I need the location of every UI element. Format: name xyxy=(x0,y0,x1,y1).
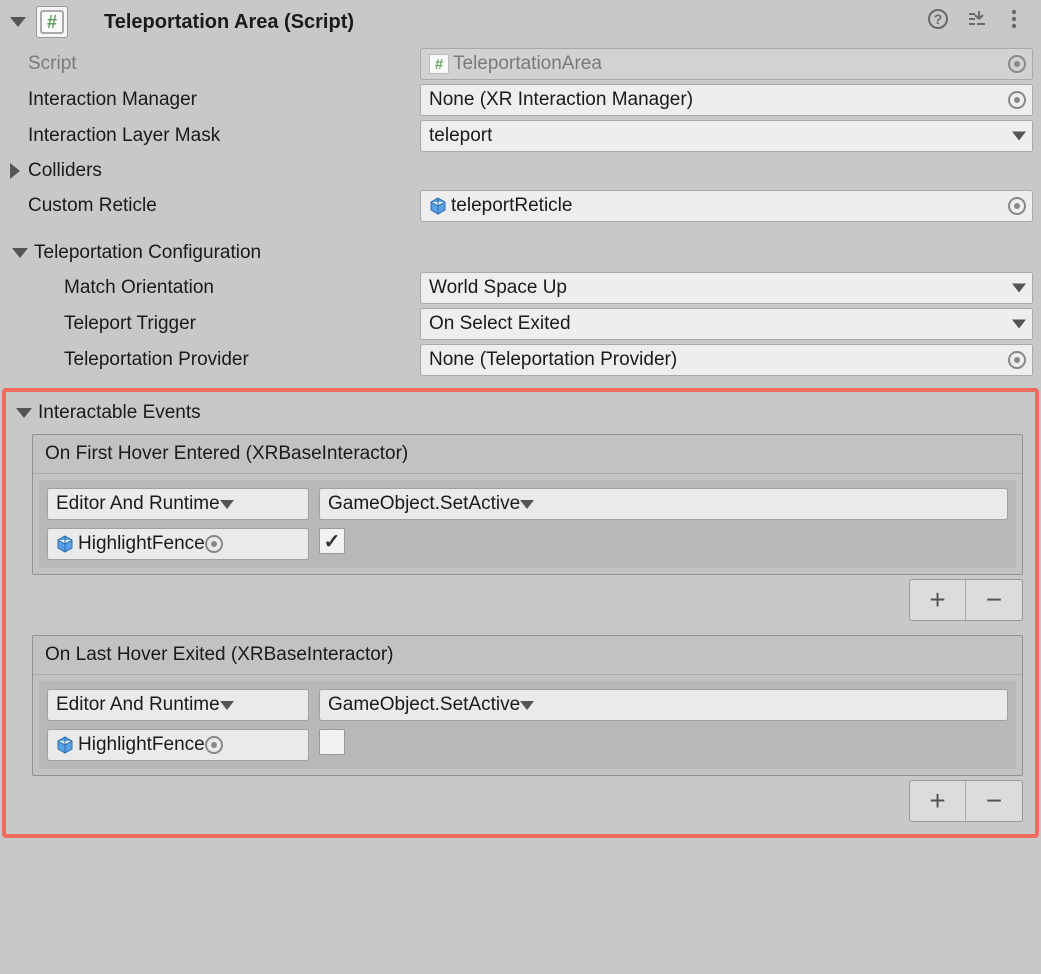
script-value: TeleportationArea xyxy=(453,53,602,75)
interaction-manager-value: None (XR Interaction Manager) xyxy=(429,89,693,111)
custom-reticle-value: teleportReticle xyxy=(451,195,572,217)
match-orientation-row: Match Orientation World Space Up xyxy=(58,270,1035,306)
help-icon[interactable]: ? xyxy=(927,8,949,36)
chevron-down-icon xyxy=(1012,132,1026,141)
chevron-down-icon xyxy=(1012,284,1026,293)
teleport-config-title: Teleportation Configuration xyxy=(34,242,261,264)
event-target-value: HighlightFence xyxy=(78,734,205,756)
svg-text:?: ? xyxy=(934,11,943,27)
teleport-trigger-dropdown[interactable]: On Select Exited xyxy=(420,308,1033,340)
bool-argument-checkbox[interactable] xyxy=(319,729,345,755)
call-state-value: Editor And Runtime xyxy=(56,694,220,716)
events-section-header[interactable]: Interactable Events xyxy=(10,396,1023,434)
script-file-icon: # xyxy=(40,10,64,34)
event-target-field[interactable]: HighlightFence xyxy=(47,729,309,761)
chevron-down-icon xyxy=(220,701,234,710)
unity-event-block: On Last Hover Exited (XRBaseInteractor) … xyxy=(32,635,1023,776)
colliders-label: Colliders xyxy=(28,160,102,182)
teleport-provider-label: Teleportation Provider xyxy=(58,349,420,371)
chevron-down-icon xyxy=(220,500,234,509)
interactable-events-highlight: Interactable Events On First Hover Enter… xyxy=(2,388,1039,838)
function-value: GameObject.SetActive xyxy=(328,694,520,716)
teleport-provider-value: None (Teleportation Provider) xyxy=(429,349,677,371)
unity-event-block: On First Hover Entered (XRBaseInteractor… xyxy=(32,434,1023,575)
section-foldout-icon[interactable] xyxy=(16,408,32,418)
colliders-row[interactable]: Colliders xyxy=(8,154,1035,188)
chevron-down-icon xyxy=(520,701,534,710)
add-listener-button[interactable]: + xyxy=(910,580,966,620)
function-dropdown[interactable]: GameObject.SetActive xyxy=(319,689,1008,721)
events-title: Interactable Events xyxy=(38,402,201,424)
object-picker-icon[interactable] xyxy=(1008,197,1026,215)
object-picker-icon[interactable] xyxy=(205,736,223,754)
colliders-foldout-icon[interactable] xyxy=(10,163,20,179)
event-title: On Last Hover Exited (XRBaseInteractor) xyxy=(33,636,1022,675)
header-icons: ? xyxy=(927,8,1031,36)
presets-icon[interactable] xyxy=(965,8,987,36)
script-label: Script xyxy=(22,53,420,75)
bool-argument-checkbox[interactable] xyxy=(319,528,345,554)
component-enable-checkbox[interactable]: # xyxy=(36,6,68,38)
object-picker-icon[interactable] xyxy=(1008,91,1026,109)
gameobject-cube-icon xyxy=(56,736,74,754)
add-listener-button[interactable]: + xyxy=(910,781,966,821)
event-target-value: HighlightFence xyxy=(78,533,205,555)
match-orientation-value: World Space Up xyxy=(429,277,567,299)
gameobject-cube-icon xyxy=(56,535,74,553)
remove-listener-button[interactable]: − xyxy=(966,580,1022,620)
call-state-dropdown[interactable]: Editor And Runtime xyxy=(47,488,309,520)
match-orientation-dropdown[interactable]: World Space Up xyxy=(420,272,1033,304)
layer-mask-label: Interaction Layer Mask xyxy=(22,125,420,147)
match-orientation-label: Match Orientation xyxy=(58,277,420,299)
object-picker-icon xyxy=(1008,55,1026,73)
layer-mask-row: Interaction Layer Mask teleport xyxy=(22,118,1035,154)
inspector-component: # Teleportation Area (Script) ? Script #… xyxy=(0,0,1041,844)
context-menu-icon[interactable] xyxy=(1003,8,1025,36)
interaction-manager-row: Interaction Manager None (XR Interaction… xyxy=(22,82,1035,118)
teleport-provider-row: Teleportation Provider None (Teleportati… xyxy=(58,342,1035,378)
layer-mask-dropdown[interactable]: teleport xyxy=(420,120,1033,152)
event-listener-row: Editor And Runtime GameObject.SetActive … xyxy=(39,480,1016,568)
chevron-down-icon xyxy=(520,500,534,509)
teleport-config-header[interactable]: Teleportation Configuration xyxy=(6,224,1035,270)
interaction-manager-field[interactable]: None (XR Interaction Manager) xyxy=(420,84,1033,116)
call-state-dropdown[interactable]: Editor And Runtime xyxy=(47,689,309,721)
object-picker-icon[interactable] xyxy=(1008,351,1026,369)
layer-mask-value: teleport xyxy=(429,125,492,147)
event-listener-row: Editor And Runtime GameObject.SetActive … xyxy=(39,681,1016,769)
component-foldout-icon[interactable] xyxy=(10,17,26,27)
teleport-provider-field[interactable]: None (Teleportation Provider) xyxy=(420,344,1033,376)
prefab-cube-icon xyxy=(429,197,447,215)
chevron-down-icon xyxy=(1012,320,1026,329)
script-mini-icon: # xyxy=(429,54,449,74)
function-dropdown[interactable]: GameObject.SetActive xyxy=(319,488,1008,520)
custom-reticle-field[interactable]: teleportReticle xyxy=(420,190,1033,222)
section-foldout-icon[interactable] xyxy=(12,248,28,258)
call-state-value: Editor And Runtime xyxy=(56,493,220,515)
teleport-trigger-value: On Select Exited xyxy=(429,313,571,335)
custom-reticle-label: Custom Reticle xyxy=(22,195,420,217)
teleport-trigger-row: Teleport Trigger On Select Exited xyxy=(58,306,1035,342)
custom-reticle-row: Custom Reticle teleportReticle xyxy=(22,188,1035,224)
event-title: On First Hover Entered (XRBaseInteractor… xyxy=(33,435,1022,474)
event-list-buttons: + − xyxy=(32,780,1023,822)
component-header[interactable]: # Teleportation Area (Script) ? xyxy=(6,0,1035,46)
teleport-trigger-label: Teleport Trigger xyxy=(58,313,420,335)
object-picker-icon[interactable] xyxy=(205,535,223,553)
event-list-buttons: + − xyxy=(32,579,1023,621)
function-value: GameObject.SetActive xyxy=(328,493,520,515)
component-title: Teleportation Area (Script) xyxy=(76,11,919,34)
remove-listener-button[interactable]: − xyxy=(966,781,1022,821)
script-field: # TeleportationArea xyxy=(420,48,1033,80)
event-target-field[interactable]: HighlightFence xyxy=(47,528,309,560)
script-row: Script # TeleportationArea xyxy=(22,46,1035,82)
interaction-manager-label: Interaction Manager xyxy=(22,89,420,111)
